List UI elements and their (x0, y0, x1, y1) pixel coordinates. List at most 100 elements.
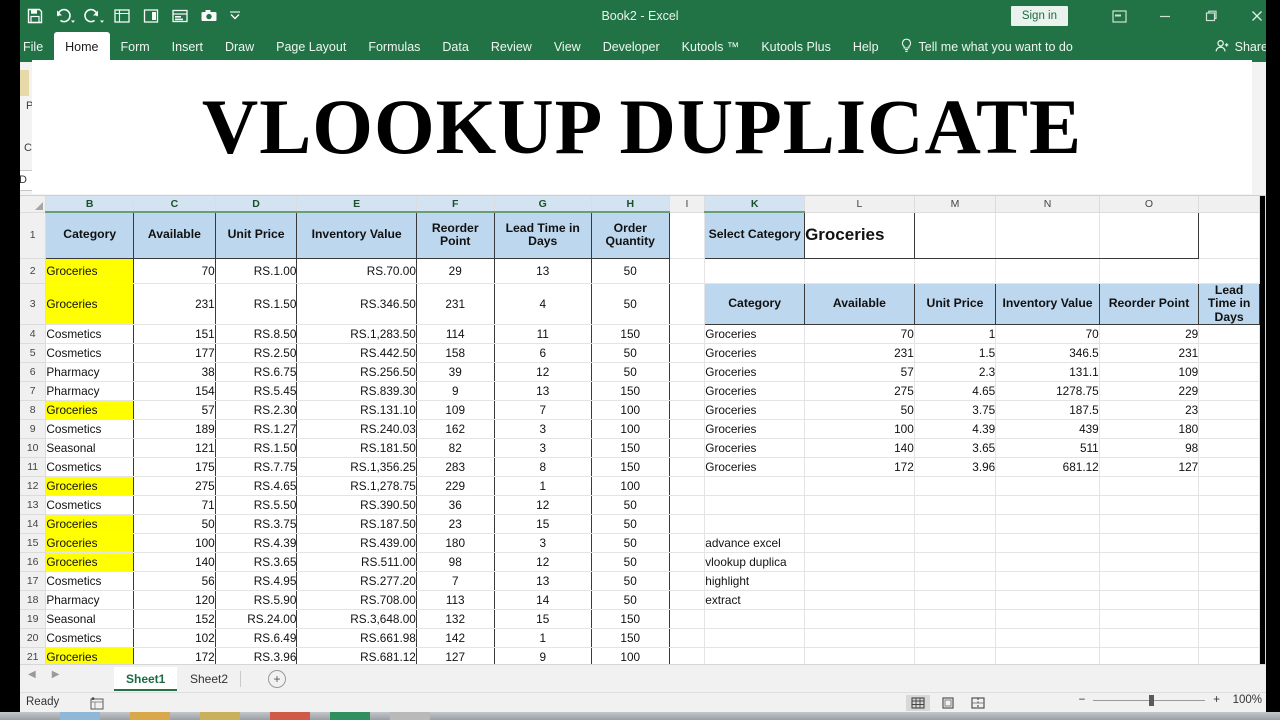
src-cell-unit-price[interactable]: RS.4.39 (215, 533, 298, 554)
zoom-level-label[interactable]: 100% (1228, 694, 1262, 706)
src-header-inventory-value[interactable]: Inventory Value (296, 211, 417, 259)
cell-I19[interactable] (669, 609, 706, 630)
taskbar-item-3[interactable] (200, 712, 240, 720)
row-header-13[interactable]: 13 (20, 495, 47, 516)
cell-L2[interactable] (804, 258, 915, 284)
col-header-N[interactable]: N (995, 196, 1100, 213)
src-cell-order-quantity[interactable]: 50 (591, 514, 670, 535)
cell-I21[interactable] (669, 647, 706, 664)
col-header-E[interactable]: E (296, 196, 417, 213)
src-cell-lead-time[interactable]: 11 (494, 324, 592, 345)
select-all-corner[interactable] (20, 196, 47, 213)
src-cell-category[interactable]: Groceries (45, 476, 135, 497)
cell-P20[interactable] (1198, 628, 1260, 649)
cell-N21[interactable] (995, 647, 1100, 664)
src-cell-unit-price[interactable]: RS.1.00 (215, 258, 298, 284)
src-cell-unit-price[interactable]: RS.3.65 (215, 552, 298, 573)
src-cell-order-quantity[interactable]: 50 (591, 552, 670, 573)
cell-L18[interactable] (804, 590, 915, 611)
lookup-cell-inventory-value[interactable]: 70 (995, 324, 1100, 345)
src-cell-lead-time[interactable]: 7 (494, 400, 592, 421)
src-header-available[interactable]: Available (133, 211, 216, 259)
taskbar-item-2[interactable] (130, 712, 170, 720)
cell-O1[interactable] (1099, 211, 1200, 259)
cell-I3[interactable] (669, 283, 706, 326)
lookup-cell-category[interactable]: Groceries (704, 343, 806, 364)
record-macro-icon[interactable] (90, 697, 104, 713)
src-cell-inventory-value[interactable]: RS.131.10 (296, 400, 417, 421)
src-cell-reorder-point[interactable]: 229 (416, 476, 495, 497)
src-cell-reorder-point[interactable]: 283 (416, 457, 495, 478)
tab-data[interactable]: Data (431, 32, 479, 62)
cell-L15[interactable] (804, 533, 915, 554)
sheet-nav-next-icon[interactable]: ▶ (52, 669, 60, 680)
src-cell-available[interactable]: 275 (133, 476, 216, 497)
col-header-B[interactable]: B (45, 196, 135, 213)
lookup-header-unit-price[interactable]: Unit Price (913, 282, 997, 326)
src-cell-order-quantity[interactable]: 150 (591, 324, 670, 345)
lookup-cell-reorder-point[interactable]: 98 (1099, 438, 1200, 459)
tab-formulas[interactable]: Formulas (357, 32, 431, 62)
cell-P15[interactable] (1198, 533, 1260, 554)
cell-O19[interactable] (1099, 609, 1200, 630)
src-cell-available[interactable]: 100 (133, 533, 216, 554)
src-cell-order-quantity[interactable]: 50 (591, 571, 670, 592)
src-cell-inventory-value[interactable]: RS.390.50 (296, 495, 417, 516)
src-header-order-quantity[interactable]: Order Quantity (590, 211, 670, 259)
cell-N20[interactable] (995, 628, 1100, 649)
tab-page-layout[interactable]: Page Layout (265, 32, 357, 62)
cell-O2[interactable] (1099, 258, 1200, 284)
page-layout-view-icon[interactable] (936, 695, 960, 711)
zoom-slider-knob[interactable] (1149, 694, 1155, 706)
src-cell-category[interactable]: Groceries (45, 258, 135, 284)
cell-M19[interactable] (914, 609, 997, 630)
cell-I13[interactable] (669, 495, 706, 516)
src-cell-unit-price[interactable]: RS.5.90 (215, 590, 298, 611)
lookup-cell-available[interactable]: 231 (804, 343, 915, 364)
lookup-cell-inventory-value[interactable]: 131.1 (995, 362, 1100, 383)
lookup-cell-inventory-value[interactable]: 511 (995, 438, 1100, 459)
cell-K20[interactable] (704, 628, 806, 649)
src-cell-category[interactable]: Cosmetics (45, 571, 135, 592)
cell-M16[interactable] (914, 552, 997, 573)
lookup-cell-lead-time[interactable] (1198, 419, 1260, 440)
src-cell-unit-price[interactable]: RS.7.75 (215, 457, 298, 478)
src-cell-order-quantity[interactable]: 50 (591, 258, 670, 284)
cell-N2[interactable] (995, 258, 1100, 284)
cell-K2[interactable] (704, 258, 806, 284)
src-cell-order-quantity[interactable]: 150 (591, 457, 670, 478)
tell-me-box[interactable]: Tell me what you want to do (890, 32, 1083, 62)
lookup-cell-inventory-value[interactable]: 439 (995, 419, 1100, 440)
cell-N17[interactable] (995, 571, 1100, 592)
cell-O20[interactable] (1099, 628, 1200, 649)
src-header-lead-time[interactable]: Lead Time in Days (493, 211, 592, 259)
col-header-H[interactable]: H (591, 196, 670, 213)
src-cell-unit-price[interactable]: RS.3.75 (215, 514, 298, 535)
src-cell-unit-price[interactable]: RS.2.30 (215, 400, 298, 421)
cell-P1[interactable] (1198, 212, 1260, 259)
src-cell-inventory-value[interactable]: RS.681.12 (296, 647, 417, 664)
lookup-cell-inventory-value[interactable]: 681.12 (995, 457, 1100, 478)
src-cell-inventory-value[interactable]: RS.1,356.25 (296, 457, 417, 478)
cell-N13[interactable] (995, 495, 1100, 516)
src-cell-unit-price[interactable]: RS.1.50 (215, 283, 298, 326)
src-cell-reorder-point[interactable]: 109 (416, 400, 495, 421)
src-cell-unit-price[interactable]: RS.4.65 (215, 476, 298, 497)
cell-L13[interactable] (804, 495, 915, 516)
cell-K14[interactable] (704, 514, 806, 535)
src-cell-reorder-point[interactable]: 142 (416, 628, 495, 649)
src-cell-order-quantity[interactable]: 50 (591, 343, 670, 364)
cell-M12[interactable] (914, 476, 997, 497)
cell-I2[interactable] (669, 258, 706, 284)
row-header-17[interactable]: 17 (20, 571, 47, 592)
src-cell-available[interactable]: 102 (133, 628, 216, 649)
lookup-cell-lead-time[interactable] (1198, 362, 1260, 383)
col-header-G[interactable]: G (494, 196, 592, 213)
lookup-cell-available[interactable]: 275 (804, 381, 915, 402)
src-cell-reorder-point[interactable]: 7 (416, 571, 495, 592)
src-cell-category[interactable]: Cosmetics (45, 343, 135, 364)
col-header-P[interactable] (1198, 196, 1260, 213)
tab-insert[interactable]: Insert (161, 32, 214, 62)
src-cell-category[interactable]: Groceries (45, 283, 135, 326)
cell-I16[interactable] (669, 552, 706, 573)
